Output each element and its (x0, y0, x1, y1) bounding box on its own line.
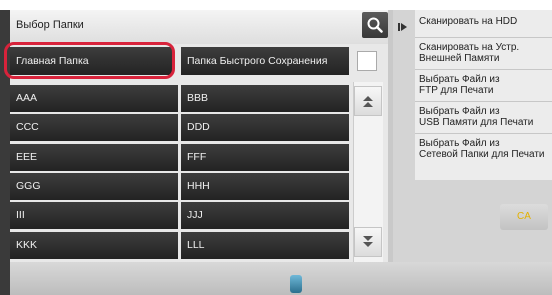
scroll-up-button[interactable] (354, 86, 382, 116)
ca-button[interactable]: CA (500, 204, 548, 230)
folder-button[interactable]: AAA (10, 85, 178, 112)
folder-button[interactable]: FFF (181, 143, 349, 171)
search-button[interactable] (362, 12, 388, 38)
job-status-icon[interactable] (290, 275, 302, 293)
select-checkbox[interactable] (357, 51, 377, 71)
side-item-usb-print[interactable]: Выбрать Файл из USB Памяти для Печати (415, 106, 552, 134)
top-margin (0, 0, 552, 10)
search-icon (367, 17, 383, 33)
side-item-label: Выбрать Файл из Сетевой Папки для Печати (419, 138, 545, 160)
folder-button[interactable]: HHH (181, 172, 349, 200)
folder-button[interactable]: KKK (10, 231, 178, 259)
side-item-scan-external-memory[interactable]: Сканировать на Устр. Внешней Памяти (415, 42, 552, 70)
collapse-arrow-icon[interactable] (401, 23, 407, 31)
page-title: Выбор Папки (16, 19, 84, 31)
folder-button[interactable]: BBB (181, 85, 349, 112)
folder-button[interactable]: DDD (181, 114, 349, 142)
quick-save-folder-button[interactable]: Папка Быстрого Сохранения (181, 47, 349, 75)
side-item-scan-hdd[interactable]: Сканировать на HDD (415, 16, 552, 38)
folder-button[interactable]: GGG (10, 172, 178, 200)
side-item-ftp-print[interactable]: Выбрать Файл из FTP для Печати (415, 74, 552, 102)
folder-button[interactable]: CCC (10, 114, 178, 142)
selection-highlight (4, 42, 175, 79)
screen: Выбор Папки Главная Папка Папка Быстрого… (0, 0, 552, 295)
bottom-bar (10, 262, 552, 295)
scroll-down-button[interactable] (354, 227, 382, 257)
side-item-label: Сканировать на Устр. Внешней Памяти (419, 42, 520, 64)
side-item-label: Выбрать Файл из FTP для Печати (419, 74, 500, 96)
side-item-network-folder-print[interactable]: Выбрать Файл из Сетевой Папки для Печати (415, 138, 552, 166)
folder-button[interactable]: JJJ (181, 202, 349, 230)
side-item-label: Выбрать Файл из USB Памяти для Печати (419, 106, 534, 128)
side-menu-list: Сканировать на HDD Сканировать на Устр. … (415, 10, 552, 180)
folder-button[interactable]: LLL (181, 231, 349, 259)
side-item-label: Сканировать на HDD (419, 16, 518, 27)
folder-button[interactable]: EEE (10, 143, 178, 171)
double-chevron-up-icon (363, 96, 373, 107)
panel-header: Выбор Папки (10, 10, 388, 44)
folder-button[interactable]: III (10, 202, 178, 230)
collapse-arrow-bar (398, 23, 400, 31)
double-chevron-down-icon (363, 236, 373, 247)
